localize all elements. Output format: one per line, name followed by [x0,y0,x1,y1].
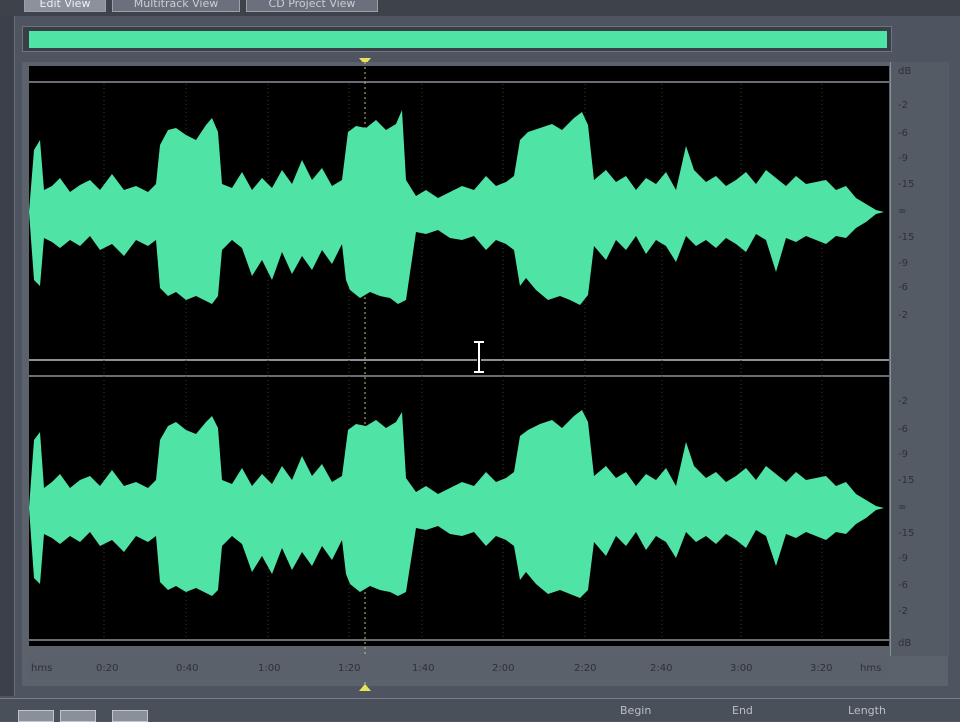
db-label: -9 [898,449,908,460]
db-label: -6 [898,282,908,293]
db-label: -6 [898,128,908,139]
time-label: hms [31,663,53,674]
db-label: dB [898,66,912,77]
begin-label: Begin [620,704,652,717]
db-label: dB [898,638,912,649]
db-label: -6 [898,580,908,591]
db-ruler [890,62,949,656]
zoom-button-3[interactable] [112,710,148,722]
time-label: 1:00 [258,663,281,674]
db-label: -9 [898,153,908,164]
time-label: 2:20 [574,663,597,674]
db-label: ∞ [898,206,907,217]
zoom-button-1[interactable] [18,710,54,722]
time-label: 1:40 [412,663,435,674]
time-label: 1:20 [338,663,361,674]
db-label: -6 [898,424,908,435]
time-label: 2:40 [650,663,673,674]
time-label: 0:40 [176,663,199,674]
db-label: ∞ [898,502,907,513]
time-label: 0:20 [96,663,119,674]
time-label: 3:00 [730,663,753,674]
time-label: hms [860,663,882,674]
db-label: -9 [898,258,908,269]
db-label: -15 [898,232,915,243]
time-ruler[interactable] [29,656,889,680]
time-label: 2:00 [492,663,515,674]
db-label: -2 [898,396,908,407]
db-label: -2 [898,606,908,617]
db-label: -9 [898,553,908,564]
db-label: -2 [898,310,908,321]
zoom-button-2[interactable] [60,710,96,722]
db-label: -15 [898,528,915,539]
db-label: -15 [898,475,915,486]
length-label: Length [848,704,886,717]
end-label: End [732,704,753,717]
db-label: -2 [898,100,908,111]
playhead-bottom-marker-icon[interactable] [359,684,371,691]
time-label: 3:20 [810,663,833,674]
db-label: -15 [898,179,915,190]
i-beam-cursor-icon [474,340,484,374]
